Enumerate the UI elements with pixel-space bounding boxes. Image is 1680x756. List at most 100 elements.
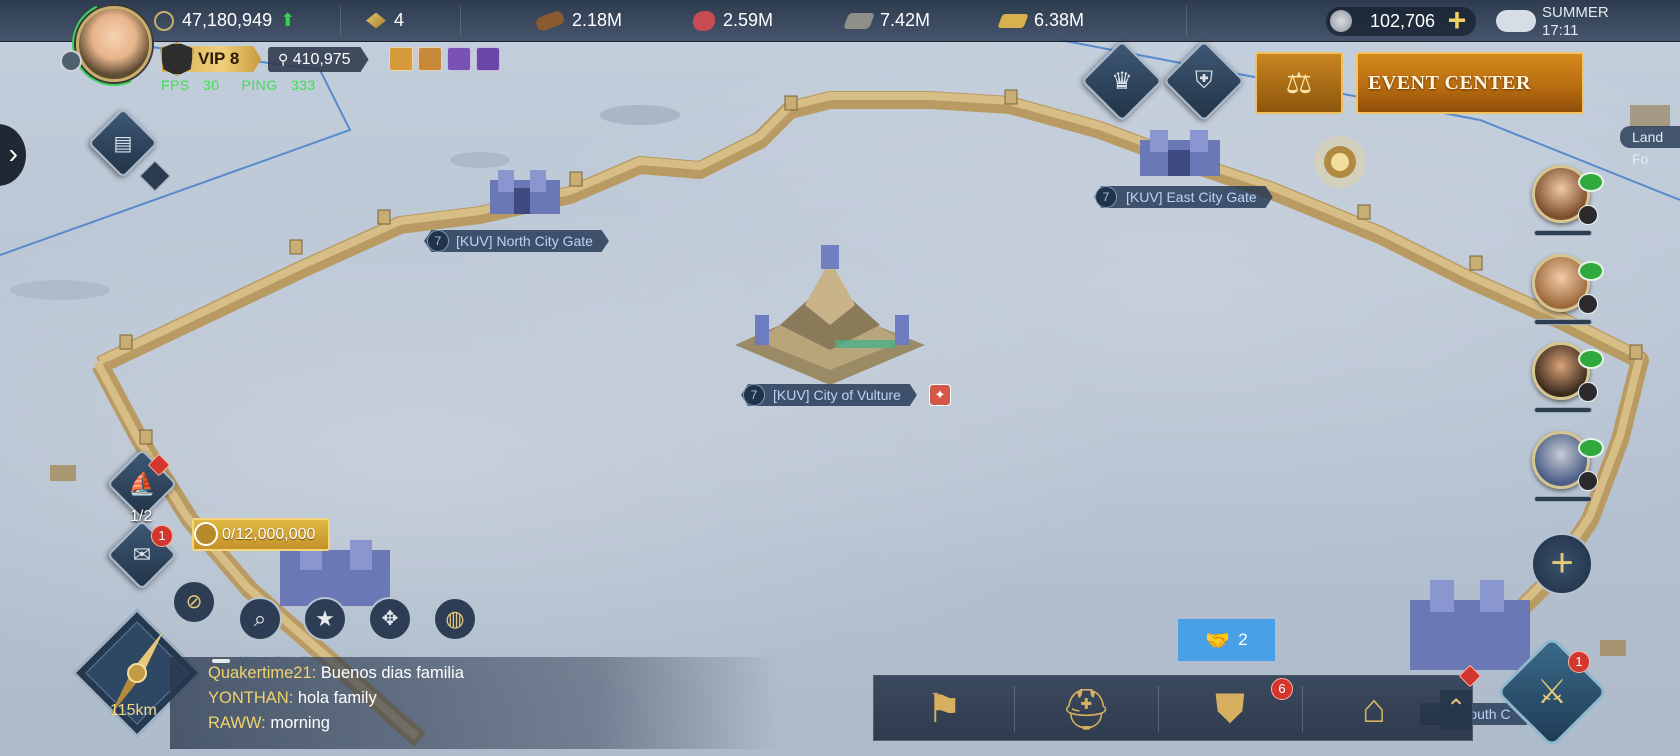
move-arrows-icon[interactable]: ✥ xyxy=(368,597,412,641)
favorites-star-icon[interactable]: ★ xyxy=(303,597,347,641)
coins-value: 102,706 xyxy=(1370,10,1436,31)
fps-ping-display: FPS 30 PING 333 xyxy=(161,77,316,93)
add-march-button[interactable]: + xyxy=(1531,533,1593,595)
knight-helmet-icon: ⛑ xyxy=(1060,687,1112,732)
season-display[interactable]: SUMMER 17:11 xyxy=(1542,4,1609,40)
handshake-icon: 🤝 xyxy=(1205,629,1231,652)
north-city-gate-label[interactable]: [KUV] North City Gate xyxy=(424,230,609,252)
chat-scroll-indicator xyxy=(212,659,230,663)
hero-1-action-icon xyxy=(1578,205,1598,225)
location-pin-icon: ⚲ xyxy=(278,51,289,67)
hero-1-troop-bar xyxy=(1534,230,1592,236)
north-city-gate-name: [KUV] North City Gate xyxy=(456,233,593,249)
wood-display[interactable]: 2.18M xyxy=(534,9,623,32)
buff-icon-1[interactable] xyxy=(389,47,413,71)
add-coins-button[interactable]: + xyxy=(1442,4,1472,38)
world-globe-icon[interactable]: ◍ xyxy=(433,597,477,641)
land-fortress-label[interactable]: Land Fo xyxy=(1620,126,1680,167)
war-flag-icon: ⚑ xyxy=(926,687,962,731)
meat-icon xyxy=(693,10,715,31)
hero-2-gather-icon xyxy=(1578,261,1604,281)
buff-icon-4[interactable] xyxy=(476,47,500,71)
chevron-right-icon: › xyxy=(8,138,18,169)
event-center-button[interactable]: EVENT CENTER xyxy=(1356,52,1584,114)
sword-shield-icon: ⚔ xyxy=(1536,673,1568,711)
weather-cloud-icon xyxy=(1496,10,1536,32)
east-city-gate-label[interactable]: [KUV] East City Gate xyxy=(1094,186,1273,208)
alliance-help-button[interactable]: 🤝 2 xyxy=(1178,619,1275,661)
north-city-gate-level: 7 xyxy=(427,230,449,252)
chat-sender: RAWW: xyxy=(208,714,266,732)
chat-sender: Quakertime21: xyxy=(208,664,317,682)
resource-march-value: 0/12,000,000 xyxy=(222,526,316,543)
power-icon xyxy=(154,10,174,31)
gold-bar-icon xyxy=(997,13,1029,28)
gold-value: 6.38M xyxy=(1034,10,1085,30)
main-menu-badge: 1 xyxy=(1568,651,1590,673)
food-display[interactable]: 2.59M xyxy=(693,10,773,31)
chat-text: hola family xyxy=(293,689,377,707)
hero-3-gather-icon xyxy=(1578,349,1604,369)
silver-coin-icon xyxy=(1330,10,1352,32)
scales-of-justice-button[interactable]: ⚖ xyxy=(1255,52,1343,114)
power-display[interactable]: 47,180,949 ⬆ xyxy=(154,10,295,31)
hero-4-troop-bar xyxy=(1534,496,1592,502)
fps-value: 30 xyxy=(202,77,220,93)
chat-preview[interactable]: Quakertime21: Buenos dias familia YONTHA… xyxy=(170,657,780,749)
hero-3-troop-bar xyxy=(1534,407,1592,413)
player-avatar[interactable] xyxy=(76,6,152,82)
east-city-gate-name: [KUV] East City Gate xyxy=(1126,189,1257,205)
hero-2-action-icon xyxy=(1578,294,1598,314)
chat-message: YONTHAN: hola family xyxy=(208,686,780,711)
backpack-icon: ⌂ xyxy=(1361,686,1387,731)
chat-text: morning xyxy=(265,714,330,732)
gems-display[interactable]: 4 xyxy=(366,10,404,31)
alliance-badge: 6 xyxy=(1271,678,1293,700)
crown-icon[interactable]: ♛ xyxy=(1093,52,1151,110)
collapse-menu-button[interactable]: ⌃ xyxy=(1440,690,1472,730)
ping-label: PING xyxy=(241,77,278,93)
power-value: 47,180,949 xyxy=(182,10,273,30)
fps-label: FPS xyxy=(161,77,190,93)
kingdom-power-value: 410,975 xyxy=(292,51,351,68)
east-city-gate-level: 7 xyxy=(1095,186,1117,208)
city-of-vulture-label[interactable]: [KUV] City of Vulture xyxy=(741,384,917,406)
hero-3-action-icon xyxy=(1578,382,1598,402)
gold-display[interactable]: 6.38M xyxy=(997,10,1085,31)
search-icon[interactable]: ⌕ xyxy=(238,597,282,641)
coins-display[interactable]: 102,706 xyxy=(1330,10,1435,32)
buff-icon-2[interactable] xyxy=(418,47,442,71)
shield-crest-icon[interactable]: ⛨ xyxy=(1175,52,1233,110)
flag-button[interactable]: ⚑ xyxy=(874,676,1014,742)
bottom-menu-bar: ⚑ ⛑ ⛊ ⌂ xyxy=(873,675,1473,741)
stone-display[interactable]: 7.42M xyxy=(843,10,931,31)
vip-level: VIP 8 xyxy=(198,49,240,68)
season-name: SUMMER xyxy=(1542,4,1609,21)
food-value: 2.59M xyxy=(723,10,774,30)
kingdom-power-display[interactable]: ⚲ 410,975 xyxy=(268,47,369,72)
inventory-button[interactable]: ⌂ xyxy=(1304,676,1444,742)
chat-message: Quakertime21: Buenos dias familia xyxy=(208,661,780,686)
scroll-quest-icon[interactable]: ▤ xyxy=(98,118,148,168)
avatar-status-icon[interactable] xyxy=(60,50,82,72)
chat-message: RAWW: morning xyxy=(208,711,780,736)
scales-icon: ⚖ xyxy=(1285,66,1313,100)
ping-value: 333 xyxy=(290,77,316,93)
stone-icon xyxy=(843,12,875,29)
heroes-button[interactable]: ⛑ xyxy=(1016,676,1156,742)
city-attack-icon[interactable]: ✦ xyxy=(929,384,951,406)
event-center-label: EVENT CENTER xyxy=(1368,71,1531,94)
wood-value: 2.18M xyxy=(572,10,623,30)
buff-icon-3[interactable] xyxy=(447,47,471,71)
stone-value: 7.42M xyxy=(880,10,931,30)
top-resource-bar: 47,180,949 ⬆ 4 2.18M 2.59M 7.42M 6.38M 1… xyxy=(0,0,1680,42)
hero-4-gather-icon xyxy=(1578,438,1604,458)
mail-unread-badge: 1 xyxy=(151,525,173,547)
chat-sender: YONTHAN: xyxy=(208,689,294,707)
alliance-shield-icon: ⛊ xyxy=(1215,686,1245,731)
gem-icon xyxy=(366,12,386,29)
game-time: 17:11 xyxy=(1542,22,1579,39)
power-up-arrow-icon: ⬆ xyxy=(280,10,296,30)
gathering-icon xyxy=(194,522,218,546)
hero-4-action-icon xyxy=(1578,471,1598,491)
